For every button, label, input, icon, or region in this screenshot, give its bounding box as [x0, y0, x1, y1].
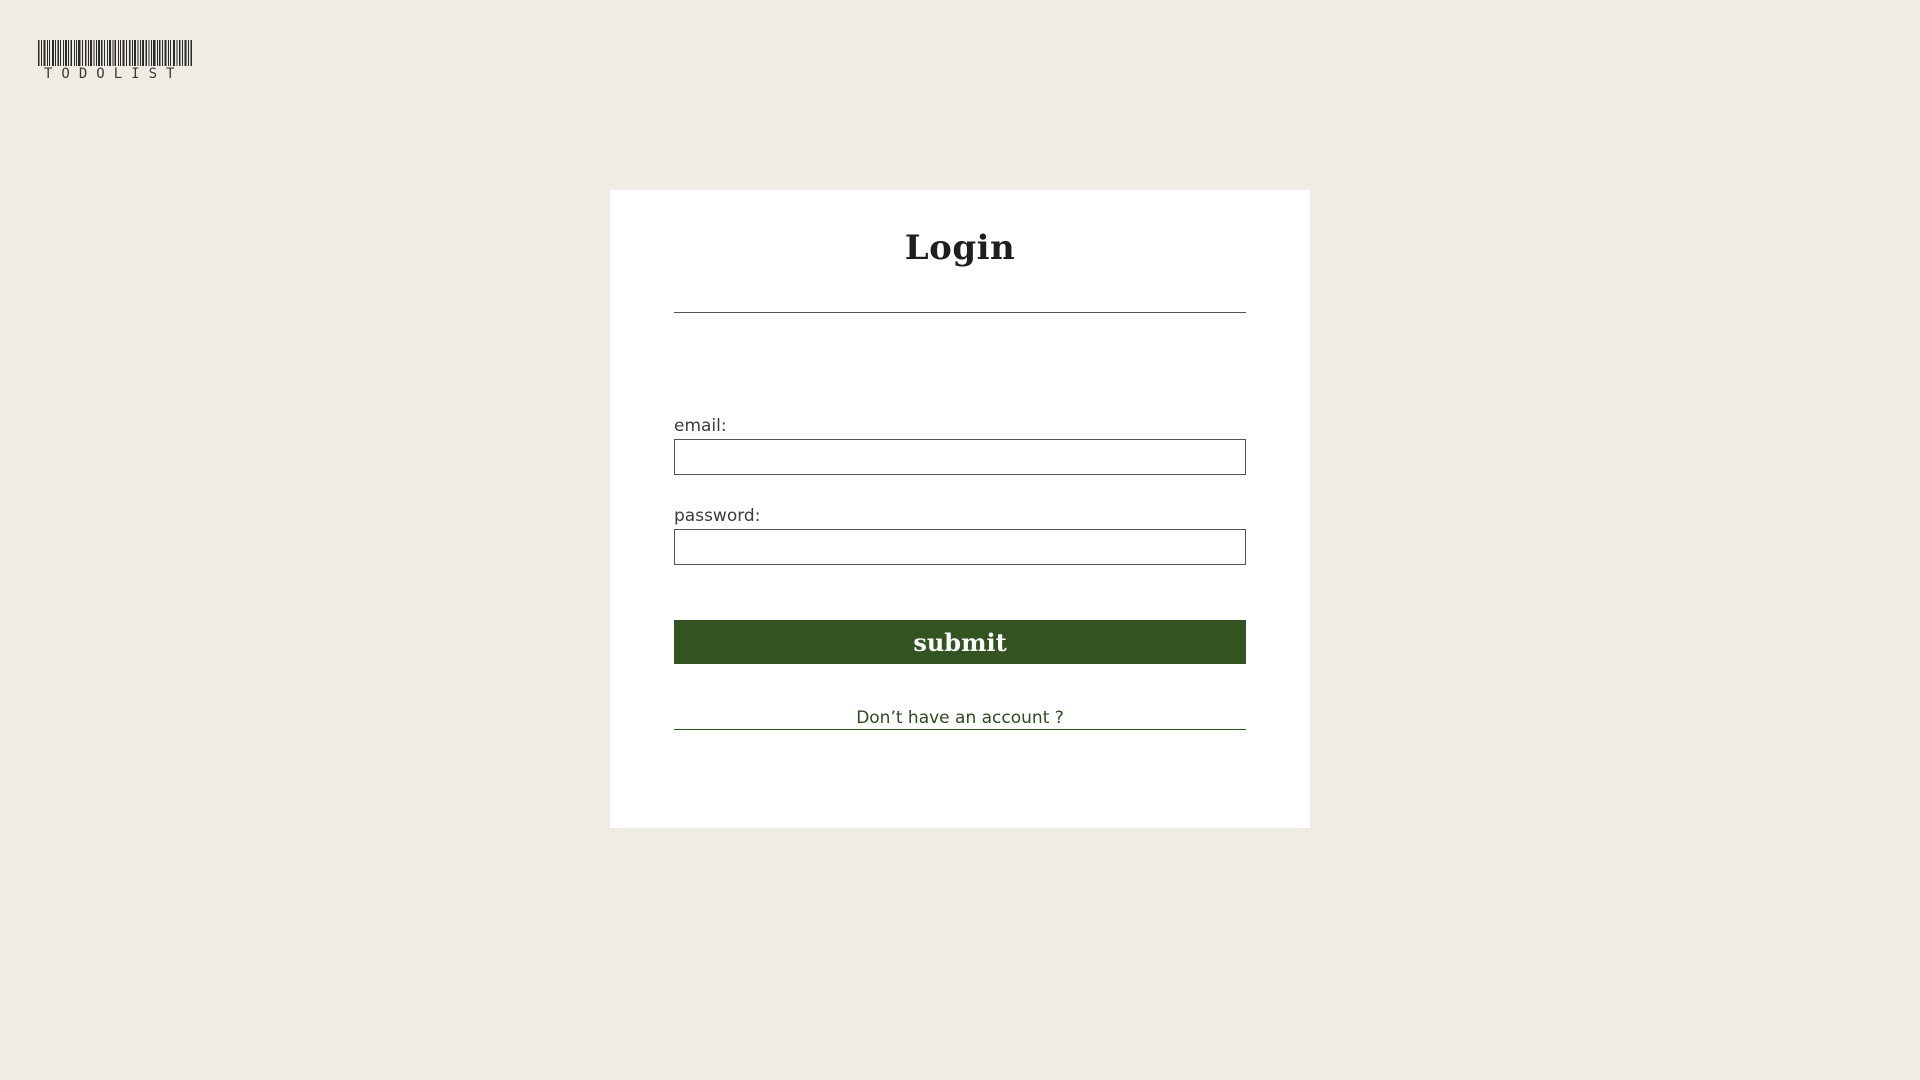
page-title: Login [904, 228, 1016, 268]
todolist-logo[interactable]: TODOLIST [38, 40, 194, 82]
logo-text: TODOLIST [44, 66, 184, 82]
email-label: email: [674, 416, 727, 436]
barcode-icon [38, 40, 192, 66]
password-field[interactable] [674, 529, 1246, 565]
email-field[interactable] [674, 439, 1246, 475]
login-card: Login email: password: submit Don’t have… [610, 190, 1310, 828]
title-divider [674, 312, 1246, 313]
submit-button[interactable]: submit [674, 620, 1246, 664]
signup-link[interactable]: Don’t have an account ? [674, 708, 1246, 730]
password-label: password: [674, 506, 761, 526]
